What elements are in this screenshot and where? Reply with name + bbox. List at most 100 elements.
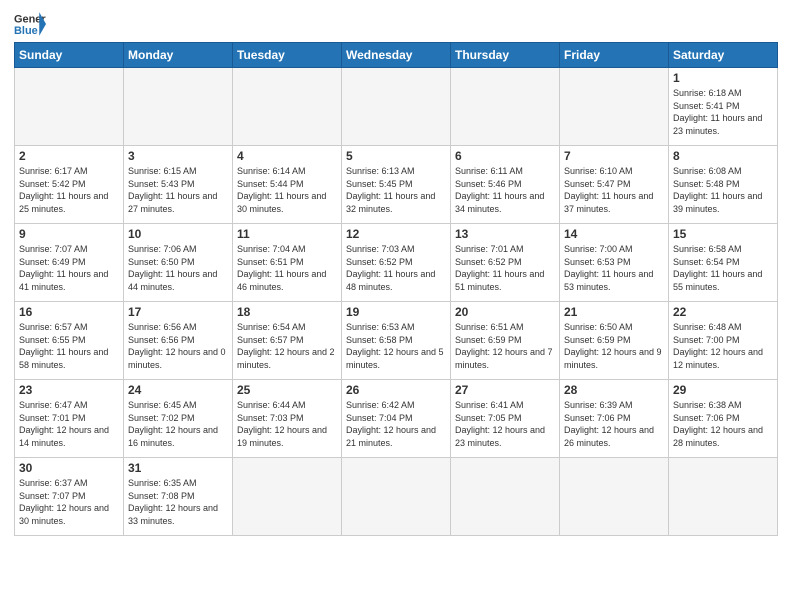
day-number: 6 — [455, 149, 555, 163]
day-number: 28 — [564, 383, 664, 397]
day-number: 29 — [673, 383, 773, 397]
calendar-day-cell: 20Sunrise: 6:51 AMSunset: 6:59 PMDayligh… — [451, 302, 560, 380]
day-info: Sunrise: 7:00 AMSunset: 6:53 PMDaylight:… — [564, 243, 664, 293]
day-info: Sunrise: 6:56 AMSunset: 6:56 PMDaylight:… — [128, 321, 228, 371]
calendar-weekday-header: Thursday — [451, 43, 560, 68]
day-number: 30 — [19, 461, 119, 475]
day-number: 27 — [455, 383, 555, 397]
day-info: Sunrise: 6:48 AMSunset: 7:00 PMDaylight:… — [673, 321, 773, 371]
calendar-day-cell — [560, 458, 669, 536]
calendar-day-cell: 3 Sunrise: 6:15 AMSunset: 5:43 PMDaylight… — [124, 146, 233, 224]
calendar-day-cell: 30 Sunrise: 6:37 AMSunset: 7:07 PMDayligh… — [15, 458, 124, 536]
calendar-day-cell — [342, 458, 451, 536]
calendar-weekday-header: Tuesday — [233, 43, 342, 68]
calendar-day-cell: 2 Sunrise: 6:17 AMSunset: 5:42 PMDaylight… — [15, 146, 124, 224]
calendar-day-cell — [124, 68, 233, 146]
day-info: Sunrise: 6:47 AMSunset: 7:01 PMDaylight:… — [19, 399, 119, 449]
day-info: Sunrise: 6:37 AMSunset: 7:07 PMDaylight:… — [19, 477, 119, 527]
day-number: 10 — [128, 227, 228, 241]
day-number: 18 — [237, 305, 337, 319]
day-number: 21 — [564, 305, 664, 319]
calendar-day-cell: 10Sunrise: 7:06 AMSunset: 6:50 PMDayligh… — [124, 224, 233, 302]
day-info: Sunrise: 6:45 AMSunset: 7:02 PMDaylight:… — [128, 399, 228, 449]
calendar-day-cell: 28 Sunrise: 6:39 AMSunset: 7:06 PMDayligh… — [560, 380, 669, 458]
day-info: Sunrise: 6:50 AMSunset: 6:59 PMDaylight:… — [564, 321, 664, 371]
calendar-day-cell: 24 Sunrise: 6:45 AMSunset: 7:02 PMDayligh… — [124, 380, 233, 458]
day-info: Sunrise: 6:54 AMSunset: 6:57 PMDaylight:… — [237, 321, 337, 371]
day-info: Sunrise: 6:14 AMSunset: 5:44 PMDaylight:… — [237, 165, 337, 215]
calendar-week-row: 1 Sunrise: 6:18 AMSunset: 5:41 PMDaylight… — [15, 68, 778, 146]
day-number: 1 — [673, 71, 773, 85]
calendar-weekday-header: Saturday — [669, 43, 778, 68]
day-info: Sunrise: 6:53 AMSunset: 6:58 PMDaylight:… — [346, 321, 446, 371]
day-info: Sunrise: 6:08 AMSunset: 5:48 PMDaylight:… — [673, 165, 773, 215]
calendar-day-cell: 26Sunrise: 6:42 AMSunset: 7:04 PMDayligh… — [342, 380, 451, 458]
day-number: 25 — [237, 383, 337, 397]
calendar-week-row: 23 Sunrise: 6:47 AMSunset: 7:01 PMDayligh… — [15, 380, 778, 458]
calendar-day-cell — [560, 68, 669, 146]
day-number: 22 — [673, 305, 773, 319]
generalblue-logo-icon: General Blue — [14, 10, 46, 38]
calendar-weekday-header: Sunday — [15, 43, 124, 68]
day-info: Sunrise: 6:58 AMSunset: 6:54 PMDaylight:… — [673, 243, 773, 293]
day-info: Sunrise: 7:03 AMSunset: 6:52 PMDaylight:… — [346, 243, 446, 293]
calendar-day-cell: 9Sunrise: 7:07 AMSunset: 6:49 PMDaylight… — [15, 224, 124, 302]
page: General Blue SundayMondayTuesdayWednesda… — [0, 0, 792, 612]
day-info: Sunrise: 6:18 AMSunset: 5:41 PMDaylight:… — [673, 87, 773, 137]
calendar-day-cell: 23 Sunrise: 6:47 AMSunset: 7:01 PMDayligh… — [15, 380, 124, 458]
day-info: Sunrise: 7:04 AMSunset: 6:51 PMDaylight:… — [237, 243, 337, 293]
day-number: 16 — [19, 305, 119, 319]
calendar-day-cell: 19Sunrise: 6:53 AMSunset: 6:58 PMDayligh… — [342, 302, 451, 380]
calendar-day-cell: 6 Sunrise: 6:11 AMSunset: 5:46 PMDaylight… — [451, 146, 560, 224]
calendar-day-cell: 18 Sunrise: 6:54 AMSunset: 6:57 PMDayligh… — [233, 302, 342, 380]
day-number: 24 — [128, 383, 228, 397]
day-info: Sunrise: 7:01 AMSunset: 6:52 PMDaylight:… — [455, 243, 555, 293]
day-number: 4 — [237, 149, 337, 163]
calendar-day-cell — [451, 68, 560, 146]
calendar-weekday-header: Monday — [124, 43, 233, 68]
logo: General Blue — [14, 10, 46, 38]
day-info: Sunrise: 6:38 AMSunset: 7:06 PMDaylight:… — [673, 399, 773, 449]
calendar-day-cell: 1 Sunrise: 6:18 AMSunset: 5:41 PMDaylight… — [669, 68, 778, 146]
calendar-day-cell — [342, 68, 451, 146]
calendar-day-cell — [233, 68, 342, 146]
calendar-day-cell — [233, 458, 342, 536]
calendar-day-cell: 22 Sunrise: 6:48 AMSunset: 7:00 PMDayligh… — [669, 302, 778, 380]
day-info: Sunrise: 6:15 AMSunset: 5:43 PMDaylight:… — [128, 165, 228, 215]
calendar-week-row: 30 Sunrise: 6:37 AMSunset: 7:07 PMDayligh… — [15, 458, 778, 536]
calendar-day-cell: 8 Sunrise: 6:08 AMSunset: 5:48 PMDaylight… — [669, 146, 778, 224]
calendar-day-cell — [669, 458, 778, 536]
day-number: 11 — [237, 227, 337, 241]
day-number: 3 — [128, 149, 228, 163]
calendar-header-row: SundayMondayTuesdayWednesdayThursdayFrid… — [15, 43, 778, 68]
day-number: 5 — [346, 149, 446, 163]
calendar-day-cell — [15, 68, 124, 146]
day-info: Sunrise: 6:11 AMSunset: 5:46 PMDaylight:… — [455, 165, 555, 215]
calendar-day-cell: 17 Sunrise: 6:56 AMSunset: 6:56 PMDayligh… — [124, 302, 233, 380]
day-number: 31 — [128, 461, 228, 475]
calendar-table: SundayMondayTuesdayWednesdayThursdayFrid… — [14, 42, 778, 536]
calendar-day-cell: 31 Sunrise: 6:35 AMSunset: 7:08 PMDayligh… — [124, 458, 233, 536]
calendar-day-cell — [451, 458, 560, 536]
calendar-week-row: 16 Sunrise: 6:57 AMSunset: 6:55 PMDayligh… — [15, 302, 778, 380]
day-number: 23 — [19, 383, 119, 397]
calendar-week-row: 2 Sunrise: 6:17 AMSunset: 5:42 PMDaylight… — [15, 146, 778, 224]
calendar-day-cell: 11 Sunrise: 7:04 AMSunset: 6:51 PMDayligh… — [233, 224, 342, 302]
day-info: Sunrise: 6:39 AMSunset: 7:06 PMDaylight:… — [564, 399, 664, 449]
day-info: Sunrise: 6:35 AMSunset: 7:08 PMDaylight:… — [128, 477, 228, 527]
calendar-day-cell: 15 Sunrise: 6:58 AMSunset: 6:54 PMDayligh… — [669, 224, 778, 302]
calendar-day-cell: 7Sunrise: 6:10 AMSunset: 5:47 PMDaylight… — [560, 146, 669, 224]
day-info: Sunrise: 6:41 AMSunset: 7:05 PMDaylight:… — [455, 399, 555, 449]
day-number: 15 — [673, 227, 773, 241]
calendar-day-cell: 27 Sunrise: 6:41 AMSunset: 7:05 PMDayligh… — [451, 380, 560, 458]
calendar-day-cell: 21 Sunrise: 6:50 AMSunset: 6:59 PMDayligh… — [560, 302, 669, 380]
day-number: 8 — [673, 149, 773, 163]
calendar-weekday-header: Friday — [560, 43, 669, 68]
calendar-day-cell: 13Sunrise: 7:01 AMSunset: 6:52 PMDayligh… — [451, 224, 560, 302]
day-number: 17 — [128, 305, 228, 319]
day-info: Sunrise: 6:17 AMSunset: 5:42 PMDaylight:… — [19, 165, 119, 215]
header: General Blue — [14, 10, 778, 38]
day-info: Sunrise: 6:57 AMSunset: 6:55 PMDaylight:… — [19, 321, 119, 371]
day-number: 2 — [19, 149, 119, 163]
day-info: Sunrise: 6:51 AMSunset: 6:59 PMDaylight:… — [455, 321, 555, 371]
